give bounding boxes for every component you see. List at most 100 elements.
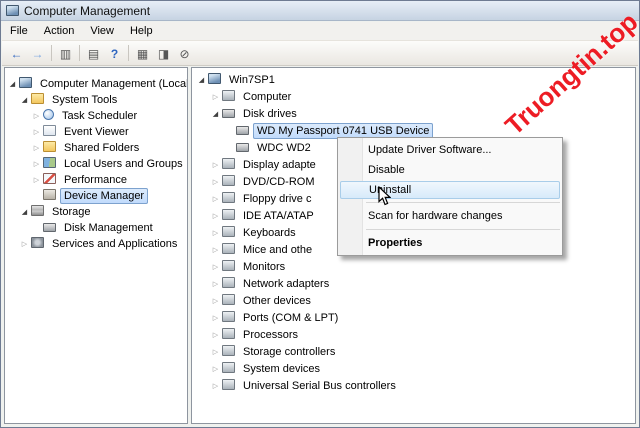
mouse-icon: [222, 243, 235, 254]
usb-controller-icon: [222, 379, 235, 390]
toolbar-separator: [79, 45, 80, 61]
expand-icon[interactable]: [210, 310, 221, 327]
scan-hardware-icon[interactable]: ▦: [132, 43, 153, 64]
expand-icon[interactable]: [210, 327, 221, 344]
disk-drives-icon: [222, 109, 235, 118]
tree-item-processors[interactable]: Processors: [192, 327, 635, 344]
menu-item-scan-for-hardware-changes[interactable]: Scan for hardware changes: [338, 206, 562, 226]
computer-management-window: Computer Management File Action View Hel…: [0, 0, 640, 428]
tree-item-task-scheduler[interactable]: Task Scheduler: [5, 108, 187, 124]
tree-item-other-devices[interactable]: Other devices: [192, 293, 635, 310]
expand-icon[interactable]: [31, 157, 42, 173]
collapse-icon[interactable]: [196, 72, 207, 89]
collapse-icon[interactable]: [19, 93, 30, 109]
console-tree-pane: Computer Management (Local System Tools …: [4, 67, 188, 424]
users-groups-icon: [43, 157, 56, 168]
disk-icon: [236, 126, 249, 135]
expand-icon[interactable]: [210, 208, 221, 225]
tree-item-system-devices[interactable]: System devices: [192, 361, 635, 378]
menu-separator: [366, 229, 560, 230]
menu-view[interactable]: View: [82, 23, 122, 39]
tree-item-monitors[interactable]: Monitors: [192, 259, 635, 276]
computer-icon: [19, 77, 32, 88]
menu-item-update-driver-software[interactable]: Update Driver Software...: [338, 140, 562, 160]
expand-icon[interactable]: [210, 157, 221, 174]
tree-item-storage[interactable]: Storage: [5, 204, 187, 220]
task-scheduler-icon: [43, 109, 54, 120]
tree-item-disk-drives[interactable]: Disk drives: [192, 106, 635, 123]
computer-management-icon: [6, 5, 19, 16]
collapse-icon[interactable]: [210, 106, 221, 123]
menu-file[interactable]: File: [2, 23, 36, 39]
storage-icon: [31, 205, 44, 216]
tree-item-network-adapters[interactable]: Network adapters: [192, 276, 635, 293]
collapse-icon[interactable]: [19, 205, 30, 221]
system-devices-icon: [222, 362, 235, 373]
tree-item-device-manager[interactable]: Device Manager: [5, 188, 187, 204]
keyboard-icon: [222, 226, 235, 237]
tree-item-services-applications[interactable]: Services and Applications: [5, 236, 187, 252]
monitor-icon: [222, 260, 235, 271]
tree-item-disk-management[interactable]: Disk Management: [5, 220, 187, 236]
shared-folders-icon: [43, 141, 56, 152]
computer-icon: [208, 73, 221, 84]
expand-icon[interactable]: [31, 109, 42, 125]
menu-bar: File Action View Help: [2, 22, 638, 40]
window-title: Computer Management: [24, 3, 151, 18]
tree-item-performance[interactable]: Performance: [5, 172, 187, 188]
expand-icon[interactable]: [210, 259, 221, 276]
floppy-icon: [222, 192, 235, 203]
tree-item-local-users-groups[interactable]: Local Users and Groups: [5, 156, 187, 172]
tree-item-ports[interactable]: Ports (COM & LPT): [192, 310, 635, 327]
help-icon[interactable]: ?: [104, 43, 125, 64]
menu-action[interactable]: Action: [36, 23, 83, 39]
expand-icon[interactable]: [19, 237, 30, 253]
disk-icon: [236, 143, 249, 152]
expand-icon[interactable]: [210, 191, 221, 208]
tree-item-system-tools[interactable]: System Tools: [5, 92, 187, 108]
menu-item-uninstall[interactable]: Uninstall: [340, 181, 560, 199]
expand-icon[interactable]: [31, 173, 42, 189]
expand-icon[interactable]: [31, 125, 42, 141]
tree-item-event-viewer[interactable]: Event Viewer: [5, 124, 187, 140]
mouse-cursor: [378, 186, 391, 206]
storage-controller-icon: [222, 345, 235, 356]
display-adapter-icon: [222, 158, 235, 169]
device-context-menu: Update Driver Software... Disable Uninst…: [337, 137, 563, 256]
tree-item-shared-folders[interactable]: Shared Folders: [5, 140, 187, 156]
expand-icon[interactable]: [210, 276, 221, 293]
toolbar: ← → ▥ ▤ ? ▦ ◨ ⊘: [2, 40, 638, 66]
services-applications-icon: [31, 237, 44, 248]
expand-icon[interactable]: [210, 174, 221, 191]
expand-icon[interactable]: [210, 293, 221, 310]
menu-help[interactable]: Help: [122, 23, 161, 39]
back-icon[interactable]: ←: [6, 43, 27, 64]
processor-icon: [222, 328, 235, 339]
menu-item-disable[interactable]: Disable: [338, 160, 562, 180]
update-driver-icon[interactable]: ◨: [153, 43, 174, 64]
other-devices-icon: [222, 294, 235, 305]
expand-icon[interactable]: [210, 378, 221, 395]
menu-item-properties[interactable]: Properties: [338, 233, 562, 253]
forward-icon[interactable]: →: [27, 43, 48, 64]
performance-icon: [43, 173, 56, 184]
expand-icon[interactable]: [210, 89, 221, 106]
tree-item-computer-management[interactable]: Computer Management (Local: [5, 76, 187, 92]
expand-icon[interactable]: [210, 361, 221, 378]
expand-icon[interactable]: [210, 242, 221, 259]
expand-icon[interactable]: [210, 225, 221, 242]
title-bar[interactable]: Computer Management: [1, 1, 639, 21]
toolbar-separator: [51, 45, 52, 61]
collapse-icon[interactable]: [7, 77, 18, 93]
toolbar-separator: [128, 45, 129, 61]
tree-item-storage-controllers[interactable]: Storage controllers: [192, 344, 635, 361]
tree-item-usb-controllers[interactable]: Universal Serial Bus controllers: [192, 378, 635, 395]
disable-device-icon[interactable]: ⊘: [174, 43, 195, 64]
computer-category-icon: [222, 90, 235, 101]
ide-controller-icon: [222, 209, 235, 220]
export-list-icon[interactable]: ▤: [83, 43, 104, 64]
expand-icon[interactable]: [210, 344, 221, 361]
expand-icon[interactable]: [31, 141, 42, 157]
menu-separator: [366, 202, 560, 203]
show-console-tree-icon[interactable]: ▥: [55, 43, 76, 64]
